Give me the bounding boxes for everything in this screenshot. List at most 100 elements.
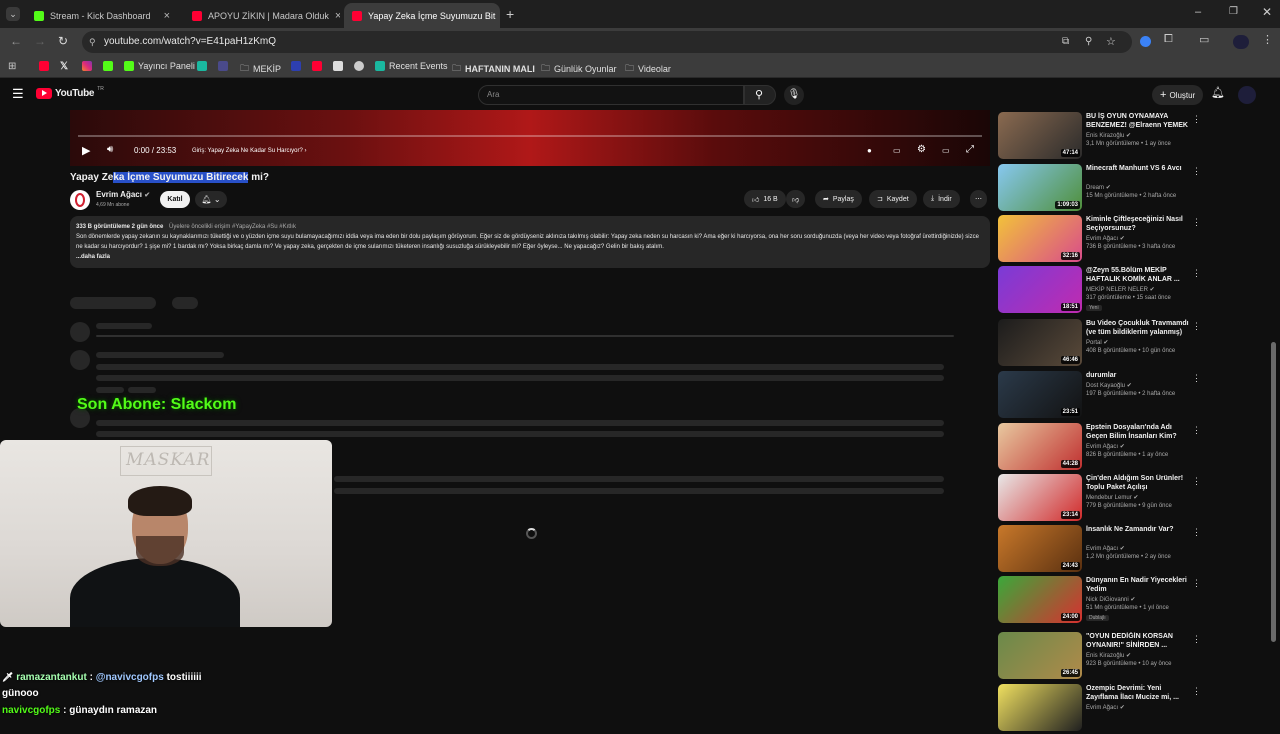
- video-thumbnail[interactable]: 24:00: [998, 576, 1082, 623]
- join-button[interactable]: Katıl: [160, 191, 190, 208]
- microphone-icon[interactable]: 🎙: [784, 85, 804, 105]
- browser-tab-kick[interactable]: Stream - Kick Dashboard ×: [26, 3, 178, 28]
- bookmark-circle[interactable]: [354, 61, 364, 71]
- settings-gear-icon[interactable]: ⚙: [917, 144, 926, 155]
- more-vertical-icon[interactable]: ⋮: [1192, 166, 1201, 177]
- video-thumbnail[interactable]: 46:46: [998, 319, 1082, 366]
- video-thumbnail[interactable]: 1:09:03: [998, 164, 1082, 211]
- video-thumbnail[interactable]: 32:16: [998, 215, 1082, 262]
- site-info-icon[interactable]: ⚲: [89, 31, 96, 53]
- recommendation-channel[interactable]: Portal ✔: [1086, 339, 1108, 346]
- recommendation-title[interactable]: Epstein Dosyaları'nda Adı Geçen Bilim İn…: [1086, 423, 1190, 441]
- channel-name[interactable]: Evrim Ağacı ✔: [96, 190, 150, 199]
- recommendation-card[interactable]: 18:51 @Zeyn 55.Bölüm MEKİP HAFTALIK KOMİK…: [998, 266, 1203, 316]
- apps-grid-icon[interactable]: ⊞: [8, 61, 16, 72]
- back-arrow-icon[interactable]: ←: [10, 34, 22, 48]
- more-vertical-icon[interactable]: ⋮: [1192, 268, 1201, 279]
- recommendation-card[interactable]: 23:51 durumlar Dost Kayaoğlu ✔ 197 B görünt…: [998, 371, 1203, 421]
- more-vertical-icon[interactable]: ⋮: [1192, 634, 1201, 645]
- notifications-bell-icon[interactable]: 🔔︎: [1211, 86, 1225, 99]
- recommendation-card[interactable]: 24:43 İnsanlık Ne Zamandır Var? Evrim Ağac…: [998, 525, 1203, 575]
- recommendation-card[interactable]: Ozempic Devrimi: Yeni Zayıflama İlacı Mu…: [998, 684, 1203, 734]
- bookmark-youtube[interactable]: [39, 61, 49, 71]
- recommendation-card[interactable]: 23:14 Çin'den Aldığım Son Ürünler! Toplu …: [998, 474, 1203, 524]
- bookmark-image[interactable]: [333, 61, 343, 71]
- recommendation-title[interactable]: Ozempic Devrimi: Yeni Zayıflama İlacı Mu…: [1086, 684, 1190, 702]
- description-box[interactable]: 333 B görüntüleme 2 gün önce Üyelere önc…: [70, 216, 990, 268]
- recommendation-channel[interactable]: Mendebur Lemur ✔: [1086, 494, 1138, 501]
- search-input[interactable]: Ara: [478, 85, 744, 105]
- more-vertical-icon[interactable]: ⋮: [1192, 114, 1201, 125]
- more-vertical-icon[interactable]: ⋮: [1192, 321, 1201, 332]
- recommendation-title[interactable]: Minecraft Manhunt VS 6 Avcı: [1086, 164, 1190, 173]
- reload-icon[interactable]: ↻: [58, 34, 68, 48]
- close-icon[interactable]: ×: [164, 10, 170, 22]
- recommendation-channel[interactable]: Evrim Ağacı ✔: [1086, 545, 1125, 552]
- video-thumbnail[interactable]: [998, 684, 1082, 731]
- recommendation-card[interactable]: 47:14 BU İŞ OYUN OYNAMAYA BENZEMEZ! @Elra…: [998, 112, 1203, 162]
- profile-avatar[interactable]: [1233, 35, 1249, 49]
- channel-avatar[interactable]: [70, 190, 90, 210]
- like-button[interactable]: 👍︎ 16 B: [744, 190, 786, 208]
- recommendation-card[interactable]: 46:46 Bu Video Çocukluk Travmamdı (ve tüm…: [998, 319, 1203, 369]
- more-vertical-icon[interactable]: ⋮: [1192, 425, 1201, 436]
- restore-icon[interactable]: ❐: [1229, 6, 1238, 17]
- more-vertical-icon[interactable]: ⋮: [1192, 476, 1201, 487]
- search-button[interactable]: ⚲: [744, 85, 776, 105]
- theater-mode-icon[interactable]: ▭: [942, 146, 950, 155]
- bookmark-star-icon[interactable]: ☆: [1106, 31, 1116, 53]
- recommendation-card[interactable]: 32:16 Kiminle Çiftleşeceğinizi Nasıl Seçi…: [998, 215, 1203, 265]
- recommendation-channel[interactable]: Evrim Ağacı ✔: [1086, 704, 1125, 711]
- video-thumbnail[interactable]: 23:14: [998, 474, 1082, 521]
- video-thumbnail[interactable]: 26:45: [998, 632, 1082, 679]
- bookmark-haftanin-mali[interactable]: 🗀 HAFTANIN MALI: [452, 61, 535, 77]
- close-window-icon[interactable]: ✕: [1262, 5, 1272, 19]
- create-button[interactable]: + Oluştur: [1152, 85, 1204, 105]
- zoom-icon[interactable]: ⚲: [1085, 31, 1092, 53]
- more-vertical-icon[interactable]: ⋮: [1192, 686, 1201, 697]
- bookmark-videolar[interactable]: 🗀 Videolar: [625, 61, 671, 77]
- subtitles-icon[interactable]: ▭: [893, 146, 901, 155]
- volume-icon[interactable]: 🔊︎: [107, 144, 113, 155]
- recommendation-channel[interactable]: Enis Kirazoğlu ✔: [1086, 652, 1131, 659]
- extensions-puzzle-icon[interactable]: ⧠: [1164, 33, 1173, 46]
- browser-tab-apoyu[interactable]: APOYU ZİKIN | Madara Olduk ×: [184, 3, 340, 28]
- bookmark-instagram[interactable]: [82, 61, 92, 71]
- hamburger-menu-icon[interactable]: ☰: [12, 86, 24, 102]
- recommendation-title[interactable]: "OYUN DEDİĞİN KORSAN OYNANIR!" SİNİRDEN …: [1086, 632, 1190, 650]
- recommendation-title[interactable]: Dünyanın En Nadir Yiyecekleri Yedim: [1086, 576, 1190, 594]
- recommendation-card[interactable]: 24:00 Dünyanın En Nadir Yiyecekleri Yedim…: [998, 576, 1203, 626]
- bookmark-recent-events[interactable]: Recent Events: [375, 61, 448, 71]
- share-button[interactable]: ➦ Paylaş: [815, 190, 862, 208]
- more-vertical-icon[interactable]: ⋮: [1192, 578, 1201, 589]
- minimize-icon[interactable]: –: [1195, 6, 1201, 18]
- sidepanel-icon[interactable]: ▭: [1199, 33, 1209, 46]
- subscribe-bell-dropdown[interactable]: 🔔︎ ⌄: [195, 191, 227, 208]
- recommendation-card[interactable]: 26:45 "OYUN DEDİĞİN KORSAN OYNANIR!" SİNİ…: [998, 632, 1203, 682]
- progress-bar[interactable]: [78, 135, 982, 137]
- fullscreen-icon[interactable]: ⤢: [966, 144, 974, 155]
- more-vertical-icon[interactable]: ⋮: [1192, 527, 1201, 538]
- video-thumbnail[interactable]: 23:51: [998, 371, 1082, 418]
- account-avatar[interactable]: [1238, 86, 1256, 104]
- recommendation-title[interactable]: Kiminle Çiftleşeceğinizi Nasıl Seçiyorsu…: [1086, 215, 1190, 233]
- extension-icon[interactable]: [1140, 36, 1151, 47]
- more-vertical-icon[interactable]: ⋮: [1192, 217, 1201, 228]
- more-actions-button[interactable]: ⋯: [970, 190, 987, 208]
- close-icon[interactable]: ×: [335, 10, 340, 22]
- video-thumbnail[interactable]: 47:14: [998, 112, 1082, 159]
- recommendation-title[interactable]: durumlar: [1086, 371, 1190, 380]
- sidebar-scrollbar[interactable]: [1271, 342, 1276, 642]
- url-field[interactable]: ⚲ youtube.com/watch?v=E41paH1zKmQ ⧉ ⚲ ☆: [82, 31, 1132, 53]
- save-button[interactable]: ⊐ Kaydet: [869, 190, 917, 208]
- bookmark-streamelements[interactable]: [197, 61, 207, 71]
- recommendation-title[interactable]: @Zeyn 55.Bölüm MEKİP HAFTALIK KOMİK ANLA…: [1086, 266, 1190, 284]
- recommendation-channel[interactable]: Enis Kirazoğlu ✔: [1086, 132, 1131, 139]
- recommendation-channel[interactable]: Evrim Ağacı ✔: [1086, 443, 1125, 450]
- bookmark-x[interactable]: 𝕏: [60, 61, 68, 72]
- recommendation-channel[interactable]: MEKİP NELER NELER ✔: [1086, 286, 1155, 293]
- show-more-link[interactable]: ...daha fazla: [76, 252, 984, 262]
- dislike-button[interactable]: 👎︎: [786, 190, 806, 208]
- recommendation-card[interactable]: 44:28 Epstein Dosyaları'nda Adı Geçen Bil…: [998, 423, 1203, 473]
- video-thumbnail[interactable]: 18:51: [998, 266, 1082, 313]
